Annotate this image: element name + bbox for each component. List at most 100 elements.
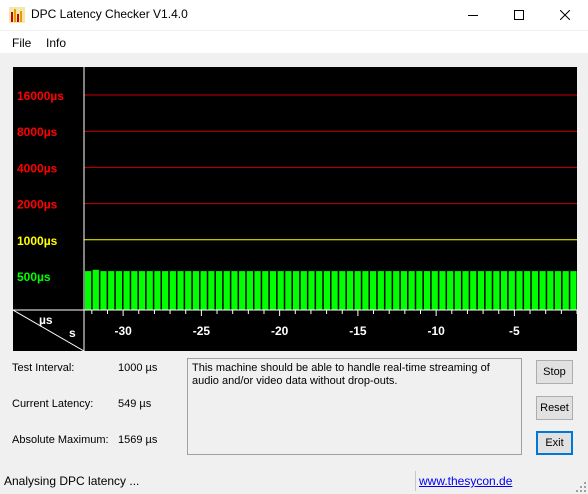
latency-bar	[531, 271, 538, 310]
latency-bar	[539, 271, 546, 310]
latency-bar	[192, 271, 200, 310]
test-interval-value: 1000 µs	[118, 362, 158, 374]
latency-bar	[292, 271, 300, 310]
latency-bar	[385, 271, 392, 310]
y-tick-label-8000: 8000µs	[17, 125, 58, 139]
latency-bar	[370, 271, 377, 310]
x-tick-label: -25	[193, 324, 211, 338]
latency-bar	[269, 271, 277, 310]
x-tick-label: -10	[427, 324, 445, 338]
maximize-icon	[514, 10, 524, 20]
test-interval-label: Test Interval:	[12, 362, 75, 374]
app-icon	[9, 7, 25, 23]
current-latency-value: 549 µs	[118, 398, 152, 410]
latency-bar	[400, 271, 408, 310]
y-tick-label-16000: 16000µs	[17, 89, 64, 103]
latency-bar	[362, 271, 369, 310]
latency-bar	[447, 271, 454, 310]
latency-bar	[131, 271, 138, 310]
resize-grip-icon[interactable]	[576, 482, 586, 492]
latency-chart-svg: 16000µs 8000µs 4000µs 2000µs 1000µs 500µs µs s -…	[13, 67, 577, 351]
latency-bar	[285, 271, 292, 310]
latency-bar	[493, 271, 500, 310]
latency-bar	[485, 271, 492, 310]
title-bar: DPC Latency Checker V1.4.0	[0, 0, 588, 30]
y-tick-label-1000: 1000µs	[17, 234, 58, 248]
status-separator	[415, 471, 416, 491]
latency-bar	[331, 271, 338, 310]
latency-bar	[524, 271, 531, 310]
latency-bar	[254, 271, 261, 310]
latency-bar	[200, 271, 207, 310]
latency-bar	[439, 271, 446, 310]
latency-bar	[346, 271, 354, 310]
x-tick-label: -15	[349, 324, 367, 338]
latency-bar	[431, 271, 438, 310]
latency-bar	[570, 271, 577, 310]
y-tick-label-500: 500µs	[17, 270, 51, 284]
menu-info[interactable]: Info	[46, 36, 66, 50]
latency-bar	[554, 271, 562, 310]
latency-bar	[416, 271, 423, 310]
window-title: DPC Latency Checker V1.4.0	[31, 7, 188, 21]
absolute-maximum-value: 1569 µs	[118, 434, 158, 446]
latency-bar	[547, 271, 554, 310]
latency-bar	[339, 271, 346, 310]
x-tick-label: -30	[114, 324, 132, 338]
x-tick-label: -5	[509, 324, 520, 338]
close-icon	[560, 10, 570, 20]
latency-bar	[208, 271, 215, 310]
latency-bar	[277, 271, 284, 310]
latency-bar	[223, 271, 230, 310]
status-bar: Analysing DPC latency ... www.thesycon.d…	[0, 468, 588, 494]
latency-bar	[408, 271, 415, 310]
stop-button[interactable]: Stop	[536, 360, 573, 384]
latency-bar	[308, 271, 315, 310]
latency-bar	[470, 271, 477, 310]
latency-bar	[262, 271, 269, 310]
website-link[interactable]: www.thesycon.de	[419, 474, 512, 488]
latency-bar	[500, 271, 508, 310]
latency-bar	[123, 271, 130, 310]
latency-bar	[516, 271, 523, 310]
latency-bar	[508, 271, 515, 310]
latency-bar	[231, 271, 238, 310]
latency-bar	[562, 271, 569, 310]
latency-bar	[377, 271, 384, 310]
latency-bar	[393, 271, 400, 310]
reset-button[interactable]: Reset	[536, 396, 573, 420]
latency-bar	[423, 271, 431, 310]
latency-bar	[354, 271, 361, 310]
menu-file[interactable]: File	[12, 36, 31, 50]
latency-bar	[146, 271, 153, 310]
latency-bar	[215, 271, 223, 310]
y-tick-label-2000: 2000µs	[17, 198, 58, 212]
close-button[interactable]	[542, 0, 588, 30]
latency-bar	[92, 269, 99, 310]
minimize-button[interactable]	[450, 0, 496, 30]
latency-bar	[239, 271, 246, 310]
latency-bar	[154, 271, 161, 310]
latency-bar	[454, 271, 461, 310]
latency-bar	[477, 271, 485, 310]
latency-bar	[300, 271, 307, 310]
latency-bar	[115, 271, 123, 310]
status-text: Analysing DPC latency ...	[4, 474, 140, 488]
menu-bar: File Info	[0, 31, 588, 53]
latency-bar	[323, 271, 330, 310]
y-unit-label: µs	[39, 313, 53, 327]
latency-bar	[246, 271, 253, 310]
latency-bar	[169, 271, 176, 310]
x-unit-label: s	[69, 326, 76, 340]
y-tick-label-4000: 4000µs	[17, 161, 58, 175]
latency-chart: 16000µs 8000µs 4000µs 2000µs 1000µs 500µs µs s -…	[13, 67, 577, 351]
latency-bar	[108, 271, 115, 310]
latency-bar	[316, 271, 323, 310]
minimize-icon	[468, 15, 478, 16]
current-latency-label: Current Latency:	[12, 398, 94, 410]
status-message-box: This machine should be able to handle re…	[187, 358, 522, 455]
latency-bar	[100, 271, 107, 310]
maximize-button[interactable]	[496, 0, 542, 30]
latency-bar	[185, 271, 192, 310]
exit-button[interactable]: Exit	[536, 431, 573, 455]
